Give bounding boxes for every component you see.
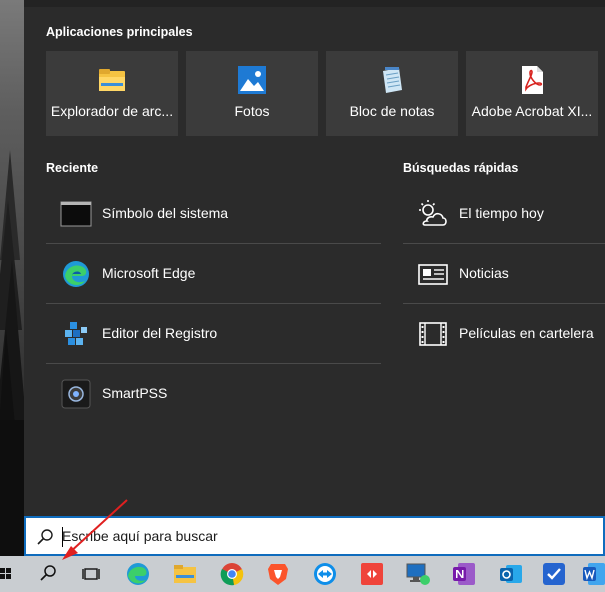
tile-photos[interactable]: Fotos — [186, 51, 318, 136]
todo-icon[interactable] — [540, 560, 568, 588]
tile-label: Bloc de notas — [349, 103, 435, 119]
brave-icon[interactable] — [264, 560, 292, 588]
search-input[interactable] — [62, 525, 582, 547]
adobe-acrobat-icon — [522, 66, 543, 94]
tile-notepad[interactable]: Bloc de notas — [326, 51, 458, 136]
task-view-icon[interactable] — [77, 560, 105, 588]
start-icon[interactable] — [0, 560, 14, 588]
recent-item-label: SmartPSS — [102, 385, 168, 401]
desktop-background — [0, 0, 24, 556]
quick-search-news[interactable]: Noticias — [403, 244, 605, 304]
panel-top-strip — [24, 0, 605, 7]
photos-icon — [238, 66, 266, 94]
recent-item-label: Microsoft Edge — [102, 265, 196, 281]
search-icon — [37, 529, 53, 545]
onenote-icon[interactable] — [450, 560, 478, 588]
recent-item-registry-editor[interactable]: Editor del Registro — [46, 304, 381, 364]
top-apps-title: Aplicaciones principales — [46, 25, 193, 39]
taskbar — [0, 556, 605, 592]
outlook-icon[interactable] — [497, 560, 525, 588]
registry-editor-icon — [65, 322, 87, 345]
recent-item-smartpss[interactable]: SmartPSS — [46, 364, 381, 424]
quick-search-label: Noticias — [459, 265, 509, 281]
recent-title: Reciente — [46, 161, 99, 175]
file-explorer-icon[interactable] — [171, 560, 199, 588]
weather-icon — [419, 200, 447, 226]
tile-label: Adobe Acrobat XI... — [471, 103, 593, 119]
quick-search-movies[interactable]: Películas en cartelera — [403, 304, 605, 364]
recent-item-label: Símbolo del sistema — [102, 205, 229, 221]
search-panel: Aplicaciones principales Explorador de a… — [24, 0, 605, 516]
quick-search-weather[interactable]: El tiempo hoy — [403, 184, 605, 244]
file-explorer-icon — [99, 69, 125, 91]
film-icon — [419, 322, 447, 346]
recent-item-command-prompt[interactable]: Símbolo del sistema — [46, 184, 381, 244]
chrome-icon[interactable] — [218, 560, 246, 588]
search-box[interactable] — [24, 516, 605, 556]
recent-item-edge[interactable]: Microsoft Edge — [46, 244, 381, 304]
quick-search-label: Películas en cartelera — [459, 325, 594, 341]
command-prompt-icon — [60, 201, 92, 227]
smartpss-icon — [61, 379, 91, 409]
quick-search-label: El tiempo hoy — [459, 205, 544, 221]
tile-adobe-acrobat[interactable]: Adobe Acrobat XI... — [466, 51, 598, 136]
tile-label: Explorador de arc... — [50, 103, 174, 119]
tile-file-explorer[interactable]: Explorador de arc... — [46, 51, 178, 136]
teamviewer-icon[interactable] — [311, 560, 339, 588]
tile-label: Fotos — [234, 103, 270, 119]
search-icon[interactable] — [34, 560, 62, 588]
word-icon[interactable] — [580, 560, 605, 588]
anydesk-icon[interactable] — [358, 560, 386, 588]
news-icon — [418, 264, 448, 285]
quick-searches-title: Búsquedas rápidas — [403, 161, 519, 175]
remote-desktop-icon[interactable] — [404, 560, 432, 588]
recent-item-label: Editor del Registro — [102, 325, 218, 341]
edge-icon[interactable] — [124, 560, 152, 588]
edge-icon — [63, 261, 89, 287]
notepad-icon — [383, 67, 402, 93]
